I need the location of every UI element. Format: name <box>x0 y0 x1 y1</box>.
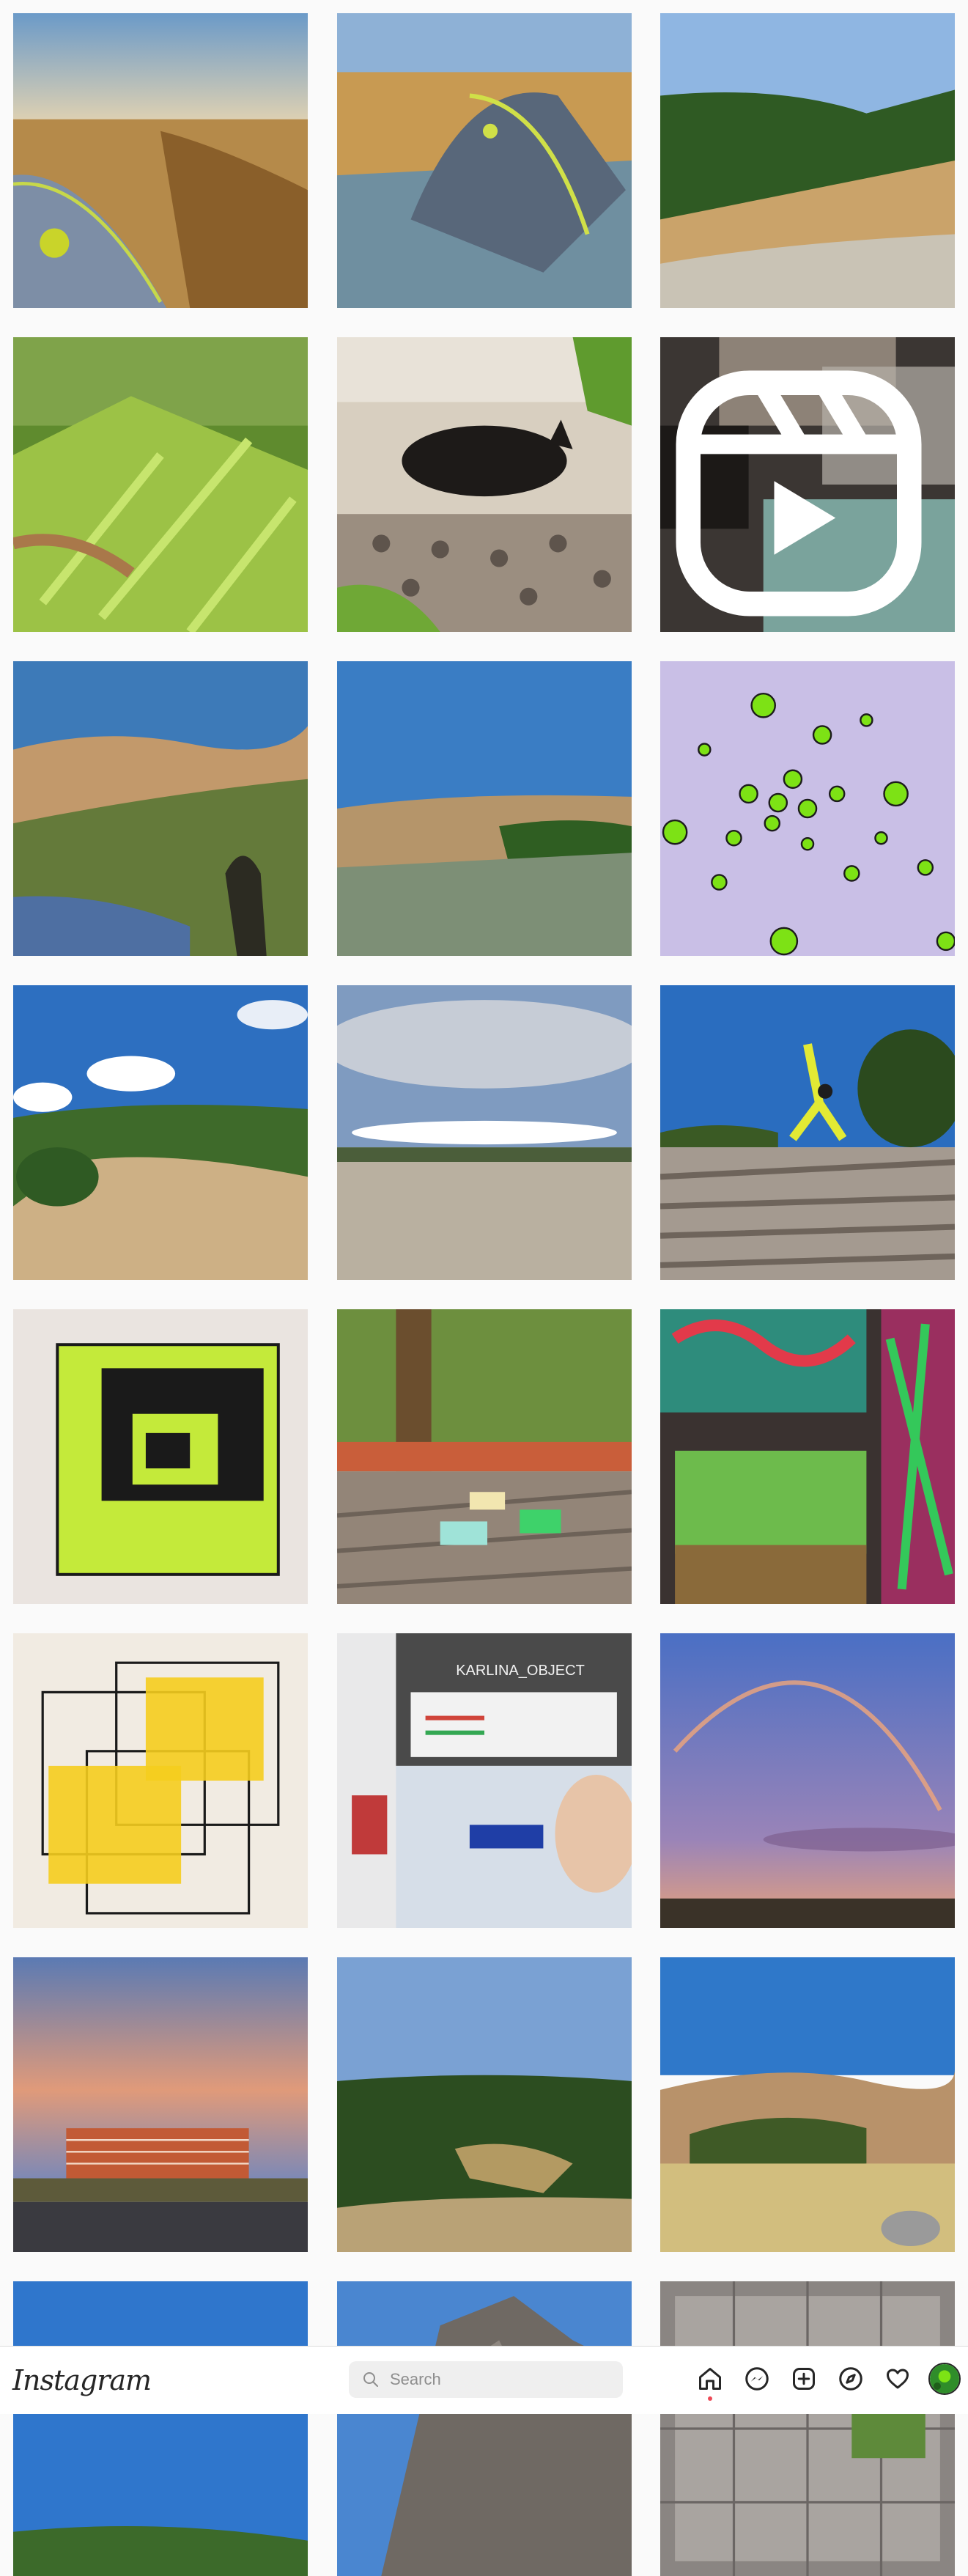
post-thumbnail-hilltop-brush[interactable] <box>337 661 632 956</box>
post-thumbnail-rocky-peak[interactable] <box>337 2281 632 2576</box>
post-thumbnail-yoga-driftwood[interactable] <box>660 985 955 1280</box>
post-thumbnail-laptop-usb[interactable]: KARLINA_OBJECT <box>337 1633 632 1928</box>
explore-button[interactable] <box>835 2363 867 2395</box>
post-thumbnail-pink-sky-building[interactable] <box>13 1957 308 2252</box>
post-thumbnail-empty-field[interactable] <box>337 985 632 1280</box>
new-post-icon <box>793 2368 815 2390</box>
post-thumbnail-black-cat[interactable] <box>337 337 632 632</box>
post-thumbnail-golden-hills[interactable] <box>13 661 308 956</box>
activity-heart-icon <box>887 2369 909 2389</box>
reel-icon <box>676 370 922 617</box>
post-thumbnail-hills-clouds[interactable] <box>13 985 308 1280</box>
post-thumbnail-ferns[interactable] <box>13 337 308 632</box>
search-bar[interactable] <box>349 2361 623 2398</box>
nav-icons <box>694 2363 961 2401</box>
activity-button[interactable] <box>882 2363 914 2395</box>
post-thumbnail-green-cube-drawing[interactable] <box>13 1309 308 1604</box>
post-grid: KARLINA_OBJECT <box>0 0 968 2576</box>
explore-icon <box>839 2367 862 2391</box>
notification-dot <box>708 2396 712 2401</box>
messenger-icon <box>745 2367 769 2391</box>
post-thumbnail-garden-glass[interactable] <box>337 1309 632 1604</box>
instagram-logo[interactable]: Instagram <box>12 2364 152 2396</box>
post-thumbnail-tent-dry-grass[interactable] <box>13 13 308 308</box>
search-icon <box>363 2372 378 2387</box>
post-thumbnail-golden-meadow[interactable] <box>660 1957 955 2252</box>
profile-button[interactable] <box>928 2363 961 2395</box>
messenger-button[interactable] <box>741 2363 773 2395</box>
post-thumbnail-dark-room-reel[interactable] <box>660 337 955 632</box>
search-input[interactable] <box>388 2369 611 2390</box>
post-thumbnail-forested-hills[interactable] <box>337 1957 632 2252</box>
post-thumbnail-window-screen[interactable] <box>660 2281 955 2576</box>
bottom-nav-bar: Instagram <box>0 2346 968 2414</box>
profile-avatar <box>928 2363 961 2395</box>
post-thumbnail-blue-sky[interactable] <box>13 2281 308 2576</box>
post-thumbnail-yellow-cubes-drawing[interactable] <box>13 1633 308 1928</box>
home-button[interactable] <box>694 2363 726 2401</box>
home-icon <box>699 2368 721 2390</box>
post-thumbnail-tent-hillside[interactable] <box>337 13 632 308</box>
post-thumbnail-graffiti-underpass[interactable] <box>660 1309 955 1604</box>
new-post-button[interactable] <box>788 2363 820 2395</box>
post-thumbnail-green-hills[interactable] <box>660 13 955 308</box>
laptop-screen-title: KARLINA_OBJECT <box>456 1663 585 1679</box>
post-thumbnail-green-dots[interactable] <box>660 661 955 956</box>
post-thumbnail-rainbow-sunset[interactable] <box>660 1633 955 1928</box>
